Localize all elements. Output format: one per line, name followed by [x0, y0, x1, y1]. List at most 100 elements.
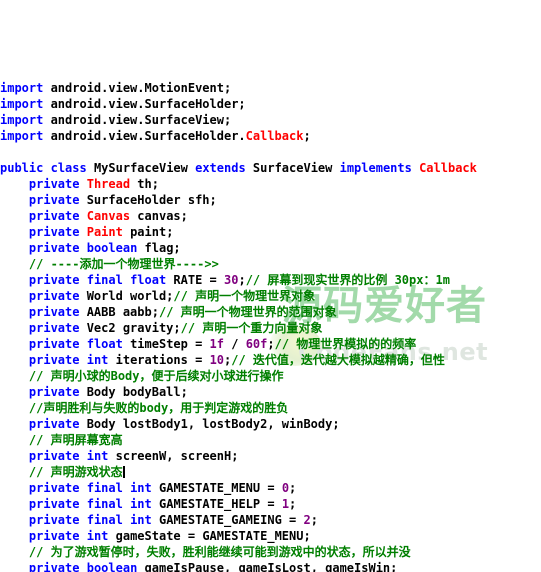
code-content[interactable]: import android.view.MotionEvent; import a…: [0, 80, 541, 572]
code-editor-view[interactable]: 源码爱好者 CodeFans.net import android.view.M…: [0, 0, 541, 572]
code-token-kw: private: [28, 289, 80, 303]
code-token-kw: float: [86, 337, 123, 351]
code-token-kw: extends: [195, 161, 246, 175]
code-line[interactable]: [0, 144, 541, 160]
code-token-plain: /: [224, 337, 246, 351]
code-line[interactable]: private World world;// 声明一个物理世界对象: [0, 288, 541, 304]
code-line[interactable]: public class MySurfaceView extends Surfa…: [0, 160, 541, 176]
code-token-num: 1: [281, 497, 290, 511]
code-token-plain: GAMESTATE_MENU =: [151, 481, 282, 495]
code-token-num: 2: [303, 513, 311, 527]
code-line[interactable]: // 声明小球的Body，便于后续对小球进行操作: [0, 368, 541, 384]
code-token-plain: World world;: [79, 289, 174, 303]
code-line[interactable]: import android.view.MotionEvent;: [0, 80, 541, 96]
code-line[interactable]: private final int GAMESTATE_GAMEING = 2;: [0, 512, 541, 528]
code-token-kw: private: [28, 305, 80, 319]
code-token-plain: ;: [238, 273, 246, 287]
code-token-kw: private: [28, 241, 80, 255]
code-token-kw: private: [28, 481, 80, 495]
code-token-kw: private: [28, 321, 80, 335]
code-token-plain: MySurfaceView: [86, 161, 196, 175]
code-token-kw: int: [130, 497, 152, 511]
code-token-kw: import: [0, 81, 44, 95]
code-token-kw: import: [0, 129, 44, 143]
code-line[interactable]: //声明胜利与失败的body，用于判定游戏的胜负: [0, 400, 541, 416]
code-token-plain: GAMESTATE_GAMEING =: [151, 513, 304, 527]
code-line[interactable]: private Thread th;: [0, 176, 541, 192]
code-token-kw: private: [28, 513, 80, 527]
code-token-plain: android.view.SurfaceView;: [43, 113, 232, 127]
code-line[interactable]: private int iterations = 10;// 迭代值，迭代越大模…: [0, 352, 541, 368]
code-line[interactable]: private SurfaceHolder sfh;: [0, 192, 541, 208]
text-caret: [122, 466, 125, 478]
code-token-kw: final: [86, 513, 123, 527]
code-token-plain: th;: [130, 177, 159, 191]
code-token-kw: private: [28, 273, 80, 287]
code-line[interactable]: private Paint paint;: [0, 224, 541, 240]
code-line[interactable]: import android.view.SurfaceHolder;: [0, 96, 541, 112]
code-token-cls: Canvas: [86, 209, 131, 223]
code-token-plain: ;: [267, 337, 275, 351]
code-line[interactable]: private AABB aabb;// 声明一个物理世界的范围对象: [0, 304, 541, 320]
code-line[interactable]: // 为了游戏暂停时，失败，胜利能继续可能到游戏中的状态，所以并没: [0, 544, 541, 560]
code-line[interactable]: private Vec2 gravity;// 声明一个重力向量对象: [0, 320, 541, 336]
code-line[interactable]: private final int GAMESTATE_MENU = 0;: [0, 480, 541, 496]
code-token-kw: int: [86, 529, 109, 543]
code-token-cls: Callback: [419, 161, 477, 175]
code-token-plain: iterations =: [108, 353, 210, 367]
code-token-plain: android.view.SurfaceHolder;: [43, 97, 246, 111]
code-token-cmt: // 声明一个物理世界的范围对象: [158, 305, 337, 319]
code-token-kw: import: [0, 97, 44, 111]
code-token-plain: SurfaceView: [245, 161, 340, 175]
code-token-plain: android.view.SurfaceHolder.: [43, 129, 246, 143]
code-token-num: 0: [281, 481, 290, 495]
code-line[interactable]: // 声明屏幕宽高: [0, 432, 541, 448]
code-token-plain: ;: [289, 481, 297, 495]
code-line[interactable]: private Body bodyBall;: [0, 384, 541, 400]
code-line[interactable]: private int gameState = GAMESTATE_MENU;: [0, 528, 541, 544]
code-line[interactable]: // ----添加一个物理世界---->>: [0, 256, 541, 272]
code-token-kw: private: [28, 353, 80, 367]
code-line[interactable]: import android.view.SurfaceHolder.Callba…: [0, 128, 541, 144]
code-token-cmt: ，用于判定游戏的胜负: [168, 401, 289, 415]
code-token-kw: final: [86, 481, 123, 495]
code-token-plain: AABB aabb;: [79, 305, 159, 319]
code-token-kw: int: [86, 353, 109, 367]
code-token-cmt-b: body: [139, 401, 169, 415]
code-line[interactable]: import android.view.SurfaceView;: [0, 112, 541, 128]
code-line[interactable]: private boolean flag;: [0, 240, 541, 256]
code-token-plain: gameState = GAMESTATE_MENU;: [108, 529, 311, 543]
code-line[interactable]: private final float RATE = 30;// 屏幕到现实世界…: [0, 272, 541, 288]
code-token-plain: android.view.MotionEvent;: [43, 81, 232, 95]
code-line[interactable]: private Body lostBody1, lostBody2, winBo…: [0, 416, 541, 432]
code-line[interactable]: private float timeStep = 1f / 60f;// 物理世…: [0, 336, 541, 352]
code-token-plain: ;: [303, 129, 311, 143]
code-token-kw: private: [28, 449, 80, 463]
code-line[interactable]: private boolean gameIsPause, gameIsLost,…: [0, 560, 541, 572]
code-token-kw: private: [28, 337, 80, 351]
code-line[interactable]: private Canvas canvas;: [0, 208, 541, 224]
code-line[interactable]: // 声明游戏状态: [0, 464, 541, 480]
code-line[interactable]: private final int GAMESTATE_HELP = 1;: [0, 496, 541, 512]
code-token-cmt: // 为了游戏暂停时，失败，胜利能继续可能到游戏中的状态，所以并没: [28, 545, 411, 559]
code-line[interactable]: private int screenW, screenH;: [0, 448, 541, 464]
code-token-cls: Callback: [245, 129, 304, 143]
